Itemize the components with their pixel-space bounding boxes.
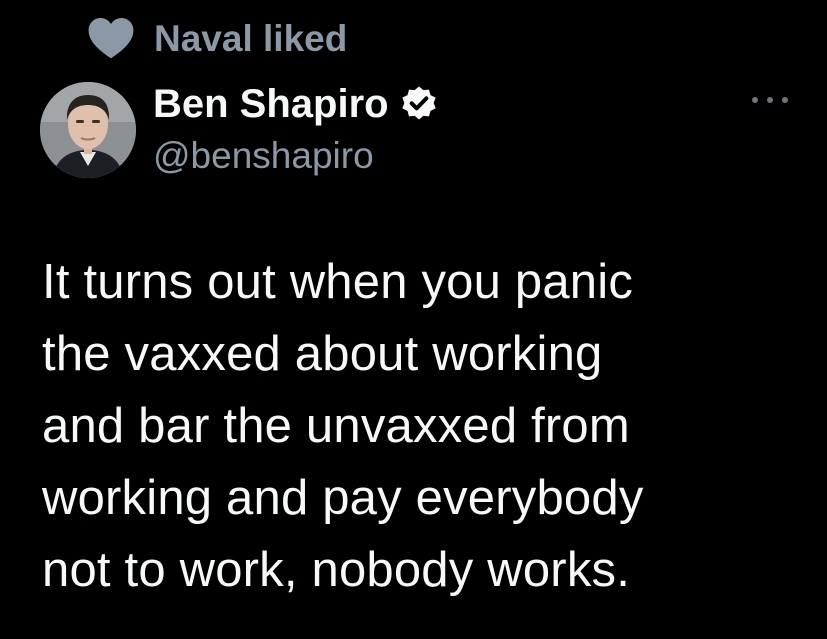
avatar[interactable] [40, 82, 136, 178]
author-name[interactable]: Ben Shapiro [153, 84, 389, 124]
tweet-line: not to work, nobody works. [42, 543, 631, 597]
more-options-icon[interactable] [752, 88, 788, 112]
liked-by-label: Naval liked [154, 17, 348, 59]
social-context[interactable]: Naval liked [86, 14, 347, 62]
tweet-line: and bar the unvaxxed from [42, 399, 630, 453]
author-handle[interactable]: @benshapiro [153, 135, 374, 177]
tweet-line: working and pay everybody [42, 471, 644, 525]
tweet-line: It turns out when you panic [42, 255, 634, 309]
more-dot [782, 97, 788, 103]
author-name-row[interactable]: Ben Shapiro [153, 80, 439, 128]
more-dot [752, 97, 758, 103]
tweet-line: the vaxxed about working [42, 327, 603, 381]
verified-badge-icon [399, 84, 439, 124]
tweet-text: It turns out when you panic the vaxxed a… [42, 246, 802, 606]
more-dot [767, 97, 773, 103]
heart-icon [86, 16, 136, 60]
